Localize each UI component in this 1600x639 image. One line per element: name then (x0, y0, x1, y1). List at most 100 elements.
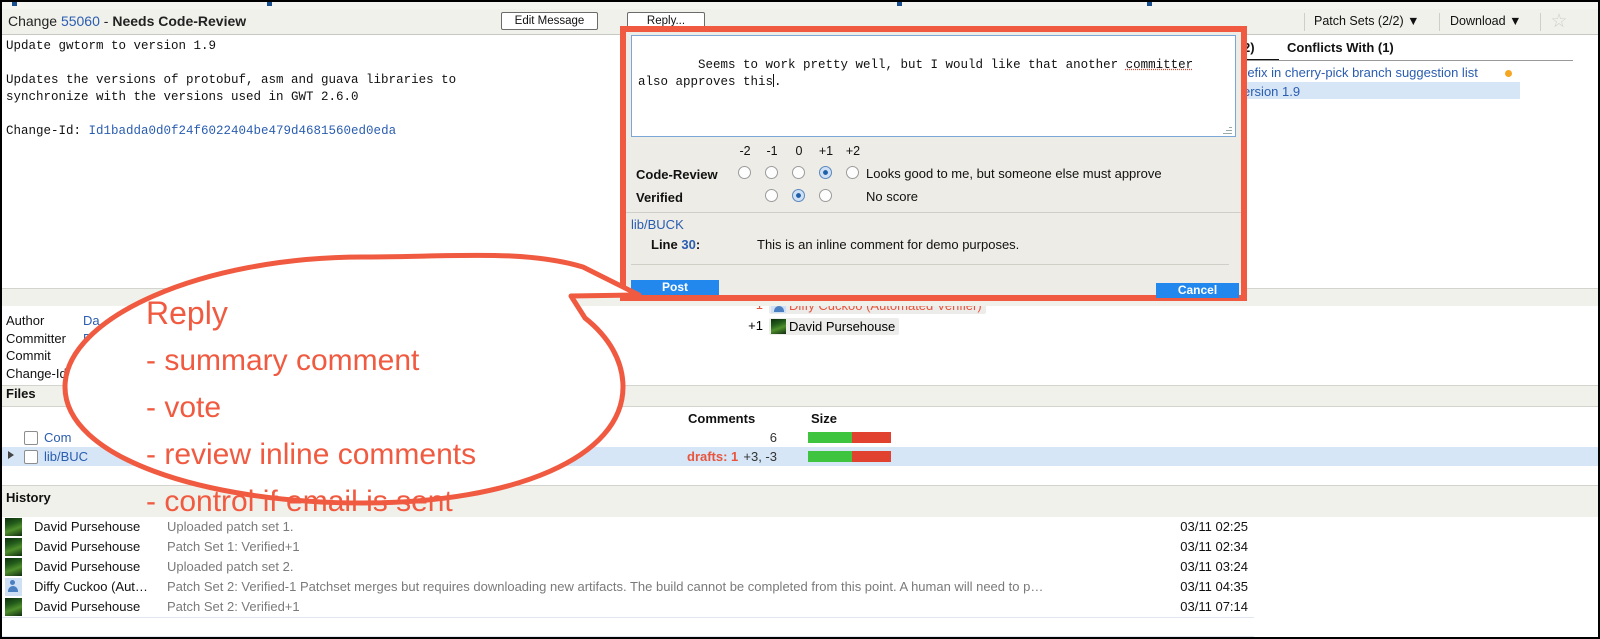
expand-arrow-icon[interactable] (8, 451, 14, 459)
avatar-dp (5, 598, 22, 616)
star-icon[interactable]: ☆ (1549, 12, 1569, 32)
history-timestamp: 03/11 02:34 (1142, 539, 1248, 554)
reply-text-misspelled: committer (1126, 58, 1194, 72)
history-timestamp: 03/11 03:24 (1142, 559, 1248, 574)
vote-score: +1 (745, 318, 763, 333)
tab-conflicts-with[interactable]: Conflicts With (1) (1287, 40, 1394, 55)
callout-bullet: - review inline comments (146, 431, 616, 478)
commit-message: Update gwtorm to version 1.9 Updates the… (6, 38, 606, 140)
avatar-dp (771, 319, 786, 334)
change-id-label: Change-Id: (6, 124, 89, 138)
related-changes-tabs: 2) Conflicts With (1) (1243, 40, 1573, 60)
meta-label-committer: Committer (6, 330, 67, 348)
inline-comment-line[interactable]: Line 30: (651, 237, 700, 252)
size-bar (808, 432, 891, 443)
vote-row: +1 David Pursehouse (745, 318, 899, 335)
score-header: -1 (761, 144, 783, 158)
files-column-size: Size (811, 411, 837, 426)
gerrit-change-screen: Change 55060 - Needs Code-Review Edit Me… (0, 0, 1600, 639)
size-bar (808, 451, 891, 462)
callout-bullet: - summary comment (146, 337, 616, 384)
commit-body-line-2: synchronize with the versions used in GW… (6, 90, 359, 104)
inline-line-label: Line (651, 237, 681, 252)
score-header: -2 (734, 144, 756, 158)
related-change-link-1[interactable]: refix in cherry-pick branch suggestion l… (1243, 65, 1529, 80)
history-message: Patch Set 2: Verified+1 (167, 599, 1082, 614)
callout-text: Reply - summary comment - vote - review … (146, 290, 616, 525)
history-message: Patch Set 2: Verified-1 Patchset merges … (167, 579, 1082, 594)
radio-verified--1[interactable] (765, 189, 778, 202)
inline-comment-file-link[interactable]: lib/BUCK (631, 217, 684, 232)
reply-dialog: Seems to work pretty well, but I would l… (620, 26, 1247, 301)
avatar-dp (5, 518, 22, 536)
reply-dialog-body: Seems to work pretty well, but I would l… (626, 32, 1241, 295)
history-author: David Pursehouse (34, 539, 140, 554)
label-name-code-review: Code-Review (636, 167, 718, 182)
resize-grip-icon[interactable] (1222, 124, 1232, 134)
edit-message-button[interactable]: Edit Message (501, 12, 598, 30)
reply-text-part1: Seems to work pretty well, but I would l… (698, 58, 1126, 72)
download-dropdown[interactable]: Download ▼ (1450, 14, 1521, 28)
files-column-comments: Comments (688, 411, 755, 426)
change-status: Needs Code-Review (112, 13, 246, 29)
inline-comments-section: lib/BUCK Line 30: This is an inline comm… (626, 212, 1241, 271)
avatar-dp (5, 538, 22, 556)
file-checkbox[interactable] (24, 450, 38, 464)
label-description-code-review: Looks good to me, but someone else must … (866, 166, 1162, 181)
radio-code-review--2[interactable] (738, 166, 751, 179)
history-message: Patch Set 1: Verified+1 (167, 539, 1082, 554)
inline-line-colon: : (696, 237, 700, 252)
meta-label-commit: Commit (6, 347, 67, 365)
inline-comment-text: This is an inline comment for demo purpo… (757, 237, 1019, 252)
score-header: +1 (815, 144, 837, 158)
radio-verified-0[interactable] (792, 189, 805, 202)
radio-code-review--1[interactable] (765, 166, 778, 179)
related-change-link-2[interactable]: ersion 1.9 (1243, 84, 1520, 99)
history-author: David Pursehouse (34, 559, 140, 574)
cancel-button[interactable]: Cancel (1156, 283, 1239, 298)
change-id-value[interactable]: Id1badda0d0f24f6022404be479d4681560ed0ed… (89, 124, 397, 138)
inline-comments-divider (631, 264, 1229, 265)
history-author: David Pursehouse (34, 599, 140, 614)
status-dot-icon (1505, 70, 1512, 77)
page-title: Change 55060 - Needs Code-Review (8, 13, 246, 29)
inline-line-number: 30 (681, 237, 695, 252)
label-description-verified: No score (866, 189, 918, 204)
avatar-blue (5, 578, 22, 596)
table-row[interactable]: David Pursehouse Patch Set 2: Verified+1… (2, 597, 1254, 618)
callout-bullet: - vote (146, 384, 616, 431)
history-timestamp: 03/11 04:35 (1142, 579, 1248, 594)
callout-title: Reply (146, 290, 616, 337)
history-message: Uploaded patch set 2. (167, 559, 1082, 574)
commit-subject: Update gwtorm to version 1.9 (6, 39, 216, 53)
radio-verified-plus1[interactable] (819, 189, 832, 202)
reply-text-part2: also approves this (638, 75, 773, 89)
files-section-label: Files (6, 386, 36, 401)
history-footer-row (2, 622, 1254, 637)
table-row[interactable]: David Pursehouse Uploaded patch set 2. 0… (2, 557, 1254, 578)
reply-text-tail: . (774, 75, 782, 89)
callout-bullet: - control if email is sent (146, 478, 616, 525)
meta-label-change-id: Change-Id (6, 365, 67, 383)
radio-code-review-plus2[interactable] (846, 166, 859, 179)
history-section-label: History (6, 490, 51, 505)
file-checkbox[interactable] (24, 431, 38, 445)
table-row[interactable]: David Pursehouse Patch Set 1: Verified+1… (2, 537, 1254, 558)
meta-label-author: Author (6, 312, 67, 330)
voter-name: David Pursehouse (789, 319, 895, 334)
patch-sets-dropdown[interactable]: Patch Sets (2/2) ▼ (1314, 14, 1419, 28)
table-row[interactable]: Diffy Cuckoo (Aut… Patch Set 2: Verified… (2, 577, 1254, 598)
vote-labels-area: -2 -1 0 +1 +2 Code-Review Looks good to … (631, 144, 1238, 206)
change-number-link[interactable]: 55060 (61, 13, 100, 29)
radio-code-review-plus1[interactable] (819, 166, 832, 179)
history-timestamp: 03/11 07:14 (1142, 599, 1248, 614)
score-header: +2 (842, 144, 864, 158)
tab-rule (1243, 60, 1573, 61)
history-author: Diffy Cuckoo (Aut… (34, 579, 148, 594)
reply-message-textarea[interactable]: Seems to work pretty well, but I would l… (631, 35, 1236, 137)
label-name-verified: Verified (636, 190, 683, 205)
radio-code-review-0[interactable] (792, 166, 805, 179)
meta-labels: Author Committer Commit Change-Id (6, 312, 67, 382)
change-label: Change (8, 13, 57, 29)
drafts-count[interactable]: drafts: 1 (687, 449, 738, 464)
